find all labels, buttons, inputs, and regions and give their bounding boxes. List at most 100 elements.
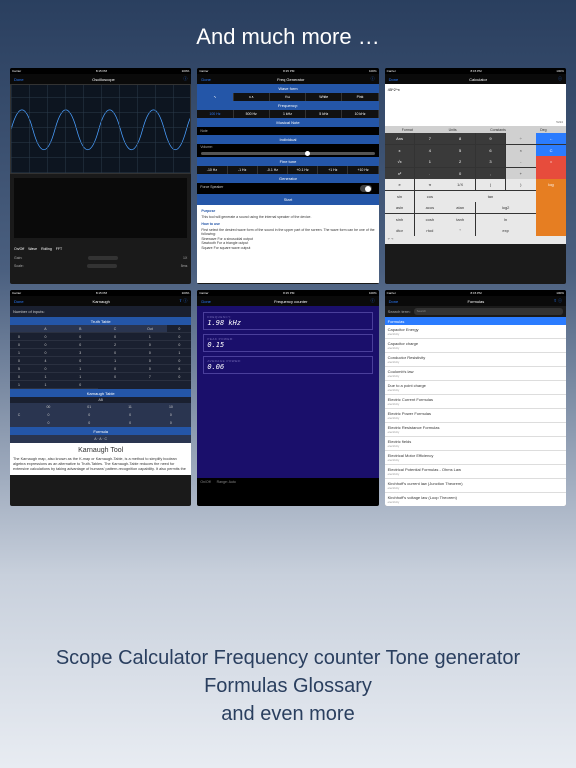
key-4[interactable]: 4: [415, 145, 445, 156]
key-tanh[interactable]: tanh: [445, 214, 475, 225]
tune-minus1[interactable]: -1 Hz: [228, 166, 258, 174]
share-icon[interactable]: ⇪ ⓘ: [554, 298, 562, 304]
gain-slider[interactable]: [88, 256, 118, 260]
formula-list-item[interactable]: Electrical Potential Formulas - Ohms Law…: [385, 465, 566, 479]
done-button[interactable]: Done: [14, 299, 24, 304]
key-divide[interactable]: ÷: [506, 133, 536, 144]
key-equals[interactable]: =: [536, 156, 566, 179]
key-0[interactable]: 0: [445, 168, 475, 179]
freq-5khz[interactable]: 5 kHz: [306, 110, 342, 118]
key-minus[interactable]: -: [506, 156, 536, 167]
key-sq[interactable]: x²: [385, 168, 415, 179]
key-e[interactable]: e: [385, 179, 415, 190]
formula-list-item[interactable]: Conductor Resistivityelectricity: [385, 353, 566, 367]
wave-square[interactable]: ⊓⊔: [270, 93, 306, 101]
formula-list-item[interactable]: Kirchhoff's voltage law (Loop Theorem)el…: [385, 493, 566, 506]
key-x[interactable]: x: [385, 145, 415, 156]
wave-sine[interactable]: ∿: [197, 93, 233, 101]
formula-list-item[interactable]: Electric Current Formulaselectricity: [385, 395, 566, 409]
kt-cell[interactable]: 0: [150, 411, 191, 419]
kt-cell[interactable]: C: [10, 411, 28, 419]
done-button[interactable]: Done: [14, 77, 24, 82]
tune-plus1[interactable]: +1 Hz: [318, 166, 348, 174]
key-3[interactable]: 3: [476, 156, 506, 167]
formula-list-item[interactable]: Due to a point chargeelectricity: [385, 381, 566, 395]
key-log[interactable]: log: [536, 179, 566, 236]
key-5[interactable]: 5: [445, 145, 475, 156]
truth-cell[interactable]: 0: [63, 341, 98, 349]
wave-sawtooth[interactable]: ∧∧: [234, 93, 270, 101]
key-comma[interactable]: ,: [476, 168, 506, 179]
key-8[interactable]: 8: [445, 133, 475, 144]
tab-constants[interactable]: Constants: [475, 126, 520, 133]
wave-white[interactable]: White: [306, 93, 342, 101]
freq-10khz[interactable]: 10 kHz: [342, 110, 378, 118]
key-dot[interactable]: .: [415, 168, 445, 179]
key-clear[interactable]: C: [536, 145, 566, 156]
truth-cell[interactable]: 0: [98, 333, 133, 341]
tab-format[interactable]: Format: [385, 126, 430, 133]
calc-footer[interactable]: ↶ ↷: [385, 236, 566, 244]
key-7[interactable]: 7: [415, 133, 445, 144]
key-ln[interactable]: ln: [476, 214, 536, 225]
key-ans[interactable]: Ans: [385, 133, 415, 144]
key-backspace[interactable]: ←: [536, 133, 566, 144]
done-button[interactable]: Done: [201, 77, 211, 82]
key-rtod[interactable]: rtod: [415, 225, 445, 236]
key-inv[interactable]: 1/X: [445, 179, 475, 190]
tab-units[interactable]: Units: [430, 126, 475, 133]
done-button[interactable]: Done: [389, 299, 399, 304]
key-asin[interactable]: asin: [385, 202, 415, 213]
key-rparen[interactable]: ): [506, 179, 536, 190]
truth-cell[interactable]: 0: [167, 357, 191, 365]
truth-cell[interactable]: 0: [28, 349, 63, 357]
formula-list-item[interactable]: Kirchhoff's current law (Junction Theore…: [385, 479, 566, 493]
tab-fft[interactable]: FFT: [56, 247, 62, 251]
key-cosh[interactable]: cosh: [415, 214, 445, 225]
formula-list-item[interactable]: Capacitor chargeelectricity: [385, 339, 566, 353]
key-degree[interactable]: °: [445, 225, 475, 236]
kt-cell[interactable]: 0: [28, 411, 69, 419]
done-button[interactable]: Done: [389, 77, 399, 82]
info-icon[interactable]: ⓘ: [371, 76, 375, 82]
search-input[interactable]: Search: [414, 308, 563, 315]
key-sinh[interactable]: sinh: [385, 214, 415, 225]
freq-100hz[interactable]: 100 Hz: [197, 110, 233, 118]
key-exp[interactable]: exp: [476, 225, 536, 236]
onoff-button[interactable]: On/Off: [200, 480, 210, 484]
start-button[interactable]: Start: [197, 194, 378, 205]
freq-500hz[interactable]: 500 Hz: [234, 110, 270, 118]
truth-cell[interactable]: 0: [63, 381, 98, 389]
tune-plus01[interactable]: +0.1 Hz: [288, 166, 318, 174]
kt-cell[interactable]: 0: [28, 419, 69, 427]
key-acos[interactable]: acos: [415, 202, 445, 213]
share-icon[interactable]: ⇪ ⓘ: [179, 298, 187, 304]
formula-list-item[interactable]: Coulomb's lawelectricity: [385, 367, 566, 381]
key-sin[interactable]: sin: [385, 191, 415, 202]
info-icon[interactable]: ⓘ: [183, 76, 187, 82]
info-icon[interactable]: ⓘ: [558, 76, 562, 82]
volume-slider[interactable]: [201, 152, 374, 155]
key-atan[interactable]: atan: [445, 202, 475, 213]
key-tan[interactable]: tan: [445, 191, 535, 202]
wave-pink[interactable]: Pink: [342, 93, 378, 101]
key-1[interactable]: 1: [415, 156, 445, 167]
key-lparen[interactable]: (: [476, 179, 506, 190]
truth-cell[interactable]: 0: [98, 373, 133, 381]
tune-minus10[interactable]: -10 Hz: [197, 166, 227, 174]
freq-1khz[interactable]: 1 kHz: [270, 110, 306, 118]
kt-cell[interactable]: [10, 419, 28, 427]
formula-list-item[interactable]: Electric fieldselectricity: [385, 437, 566, 451]
tune-minus01[interactable]: -0.1 Hz: [258, 166, 288, 174]
truth-cell[interactable]: 0: [132, 365, 167, 373]
done-button[interactable]: Done: [201, 299, 211, 304]
truth-cell[interactable]: 0: [10, 357, 28, 365]
key-plus[interactable]: +: [506, 168, 536, 179]
tab-onoff[interactable]: On/Off: [14, 247, 24, 251]
formula-list-item[interactable]: Capacitor Energyelectricity: [385, 325, 566, 339]
tab-deg[interactable]: Deg: [521, 126, 566, 133]
scale-slider[interactable]: [87, 264, 117, 268]
key-dtor[interactable]: dtor: [385, 225, 415, 236]
formula-list-item[interactable]: Electric Power Formulaselectricity: [385, 409, 566, 423]
formula-list-item[interactable]: Electric Resistance Formulaselectricity: [385, 423, 566, 437]
